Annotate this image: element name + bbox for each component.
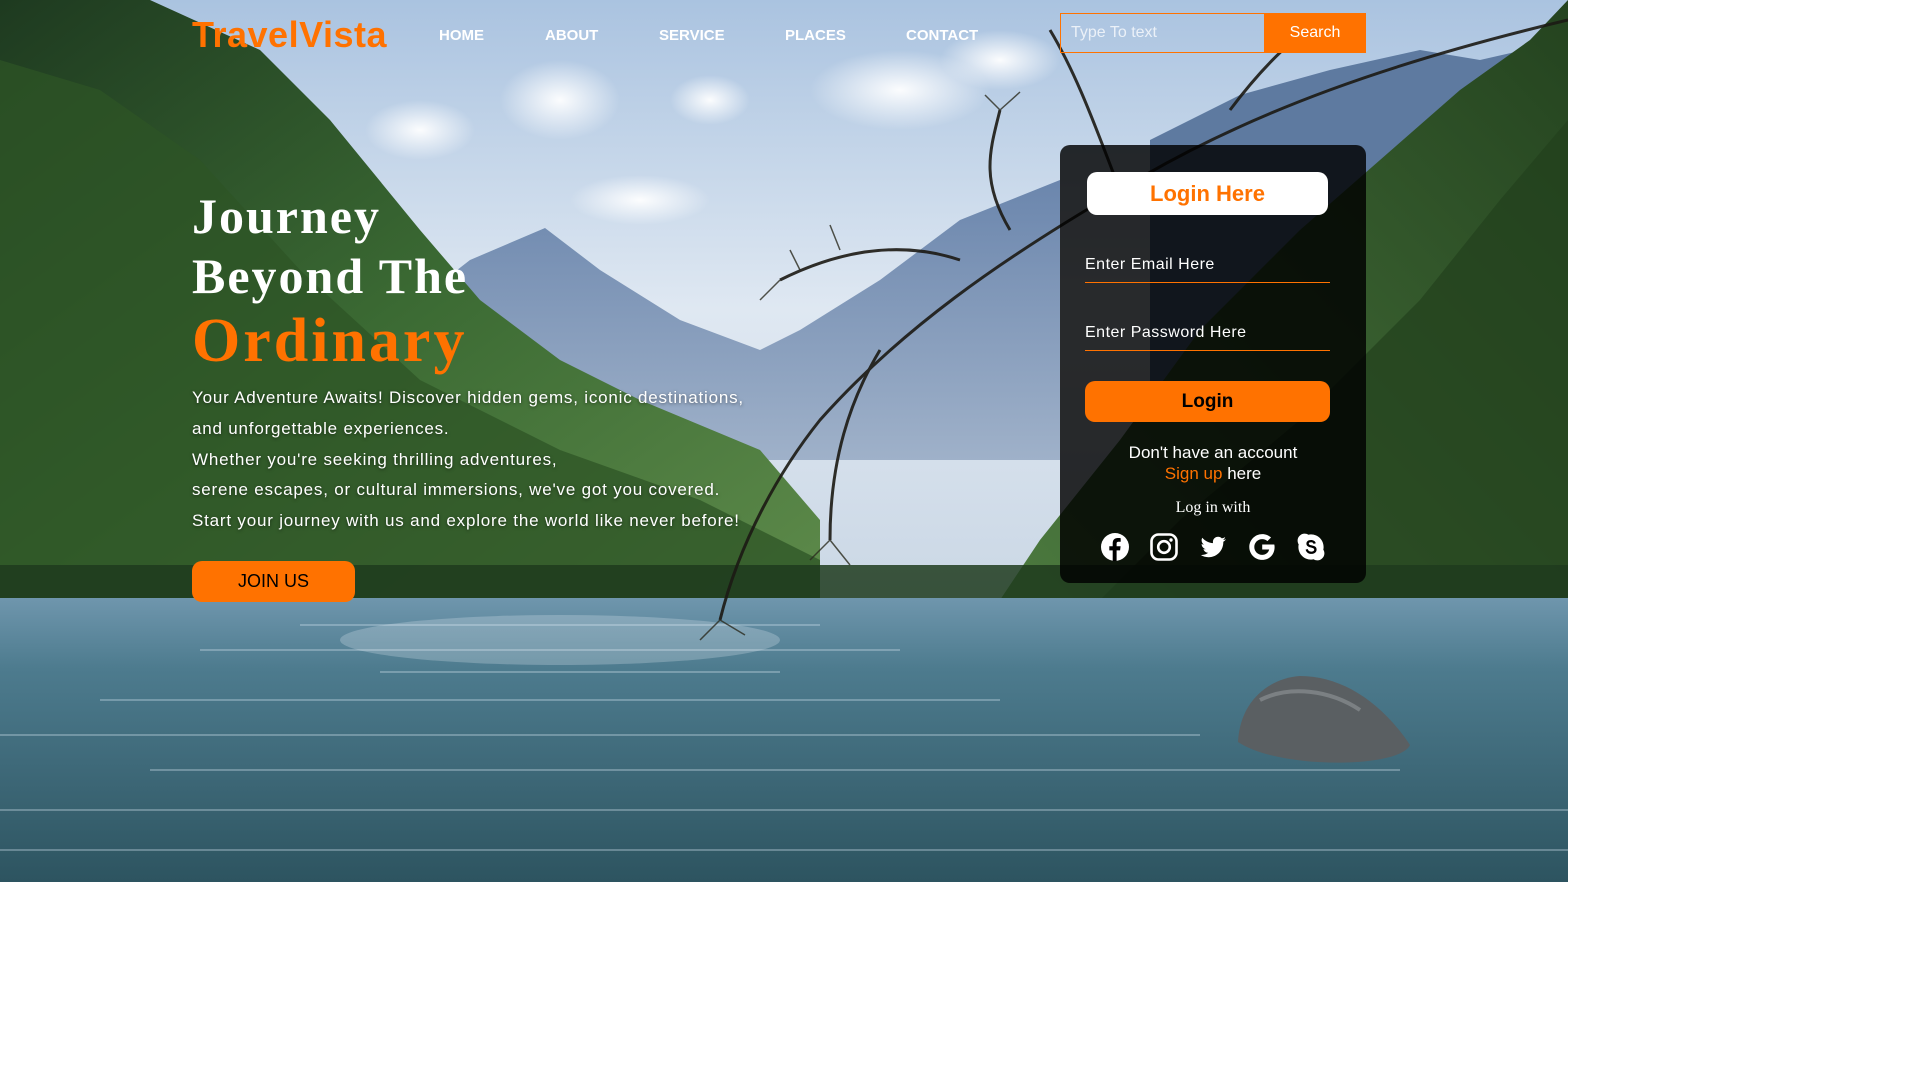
- search-button[interactable]: Search: [1264, 13, 1366, 53]
- login-heading: Login Here: [1087, 172, 1328, 215]
- login-button[interactable]: Login: [1085, 381, 1330, 422]
- signup-link[interactable]: Sign up: [1165, 464, 1223, 483]
- signup-prompt: Don't have an account Sign up here: [1060, 442, 1366, 484]
- hero-description-line: Your Adventure Awaits! Discover hidden g…: [192, 388, 744, 407]
- signup-suffix: here: [1227, 464, 1262, 483]
- skype-icon[interactable]: [1296, 532, 1326, 562]
- facebook-icon[interactable]: [1100, 532, 1130, 562]
- email-field[interactable]: [1085, 247, 1330, 283]
- nav-item-about[interactable]: ABOUT: [545, 27, 598, 44]
- google-icon[interactable]: [1247, 532, 1277, 562]
- nav-item-service[interactable]: SERVICE: [659, 27, 725, 44]
- hero-title-line-1: Journey: [192, 188, 381, 244]
- hero-title-line-2: Beyond The: [192, 248, 469, 304]
- password-field[interactable]: [1085, 315, 1330, 351]
- nav-item-places[interactable]: PLACES: [785, 27, 846, 44]
- page: TravelVista HOME ABOUT SERVICE PLACES CO…: [0, 0, 1568, 882]
- signup-line: Sign up here: [1060, 463, 1366, 484]
- hero-description-line: and unforgettable experiences.: [192, 418, 450, 438]
- twitter-icon[interactable]: [1198, 532, 1228, 562]
- hero-description-line: serene escapes, or cultural immersions, …: [192, 480, 721, 500]
- join-us-button[interactable]: JOIN US: [192, 561, 355, 602]
- hero-description-line: Whether you're seeking thrilling adventu…: [192, 449, 558, 469]
- search-input[interactable]: [1060, 13, 1264, 53]
- hero-description: Your Adventure Awaits! Discover hidden g…: [192, 383, 792, 537]
- brand-logo[interactable]: TravelVista: [192, 14, 387, 56]
- hero-title-accent: Ordinary: [192, 307, 468, 375]
- social-login-icons: [1100, 532, 1326, 562]
- search-bar: Search: [1060, 13, 1366, 53]
- nav-item-contact[interactable]: CONTACT: [906, 27, 978, 44]
- login-card: Login Here Login Don't have an account S…: [1060, 145, 1366, 583]
- hero-description-line: Start your journey with us and explore t…: [192, 511, 740, 531]
- hero-title: Journey Beyond The Ordinary: [192, 186, 468, 376]
- instagram-icon[interactable]: [1149, 532, 1179, 562]
- no-account-text: Don't have an account: [1128, 443, 1298, 462]
- login-with-label: Log in with: [1175, 499, 1251, 516]
- nav-item-home[interactable]: HOME: [439, 27, 484, 44]
